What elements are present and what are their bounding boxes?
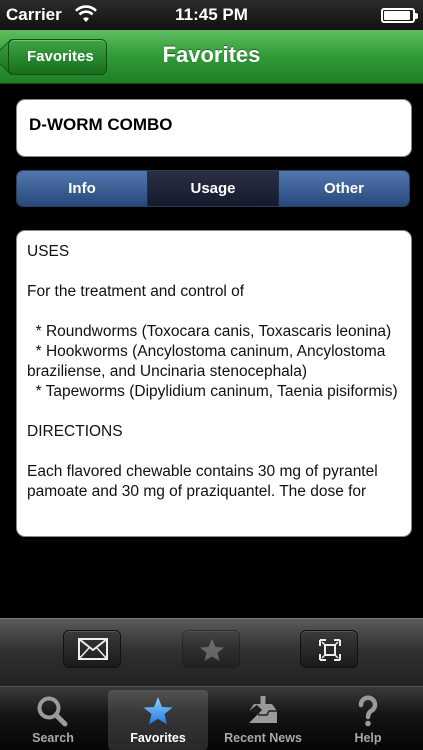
clock: 11:45 PM xyxy=(175,5,248,24)
back-button[interactable]: Favorites xyxy=(8,39,107,75)
email-button[interactable] xyxy=(63,630,121,668)
inbox-icon xyxy=(249,696,277,723)
segmented-control: Info Usage Other xyxy=(16,170,410,207)
star-icon xyxy=(143,697,173,725)
tab-recent-news[interactable]: Recent News xyxy=(213,690,313,750)
product-name: D-WORM COMBO xyxy=(29,115,173,134)
fullscreen-icon xyxy=(319,639,341,661)
envelope-icon xyxy=(78,638,108,660)
navigation-bar: Favorites Favorites xyxy=(0,30,423,84)
segment-other[interactable]: Other xyxy=(279,171,409,206)
tab-search[interactable]: Search xyxy=(3,690,103,750)
help-icon xyxy=(358,695,378,727)
product-name-card: D-WORM COMBO xyxy=(16,99,412,157)
action-toolbar xyxy=(0,618,423,686)
tab-favorites-label: Favorites xyxy=(130,731,186,745)
status-bar: Carrier 11:45 PM xyxy=(0,0,423,30)
tab-help[interactable]: Help xyxy=(318,690,418,750)
fullscreen-button[interactable] xyxy=(300,630,358,668)
tab-help-label: Help xyxy=(354,731,382,745)
segment-usage[interactable]: Usage xyxy=(148,171,279,206)
tab-bar: Search Favorites Recent News Help xyxy=(0,686,423,750)
star-icon xyxy=(200,639,224,661)
tab-search-label: Search xyxy=(32,731,74,745)
search-icon xyxy=(37,696,68,727)
segment-info[interactable]: Info xyxy=(17,171,148,206)
usage-text: USES For the treatment and control of * … xyxy=(27,243,398,500)
battery-icon xyxy=(381,8,418,23)
add-favorite-button[interactable] xyxy=(182,630,240,668)
usage-text-view[interactable]: USES For the treatment and control of * … xyxy=(16,230,412,537)
tab-recent-news-label: Recent News xyxy=(224,731,302,745)
tab-favorites[interactable]: Favorites xyxy=(108,690,208,750)
